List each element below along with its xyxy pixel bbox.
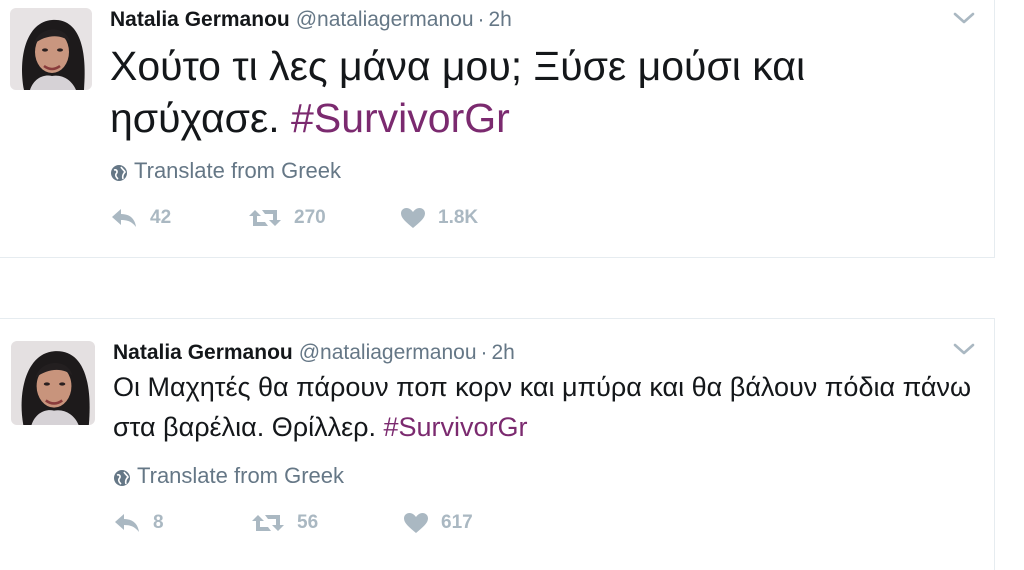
like-count: 617 <box>441 512 473 533</box>
hashtag-link[interactable]: #SurvivorGr <box>291 95 510 141</box>
translate-link[interactable]: Translate from Greek <box>110 158 341 184</box>
separator: · <box>480 341 488 364</box>
retweet-count: 56 <box>297 512 319 533</box>
heart-icon <box>400 207 426 229</box>
retweet-button[interactable]: 56 <box>251 512 403 534</box>
author-name[interactable]: Natalia Germanou <box>113 341 293 364</box>
timestamp[interactable]: 2h <box>492 341 515 364</box>
reply-button[interactable]: 42 <box>110 207 248 229</box>
tweet-actions: 42 270 1.8K <box>110 207 520 229</box>
author-name[interactable]: Natalia Germanou <box>110 8 290 31</box>
like-count: 1.8K <box>438 207 479 228</box>
globe-icon <box>110 162 128 181</box>
tweet-body: Οι Μαχητές θα πάρουν ποπ κορν και μπύρα … <box>113 372 972 442</box>
tweet-actions: 8 56 617 <box>113 512 523 534</box>
chevron-down-icon[interactable] <box>952 10 976 26</box>
tweet-text: Χούτο τι λες μάνα μου; Ξύσε μούσι και ησ… <box>110 40 970 144</box>
like-button[interactable]: 617 <box>403 512 523 534</box>
translate-label: Translate from Greek <box>134 158 342 183</box>
tweet-header: Natalia Germanou @nataliagermanou · 2h <box>113 341 515 365</box>
avatar[interactable] <box>10 8 92 90</box>
reply-button[interactable]: 8 <box>113 512 251 534</box>
heart-icon <box>403 512 429 534</box>
author-handle[interactable]: @nataliagermanou <box>296 8 474 31</box>
reply-icon <box>113 512 141 534</box>
retweet-icon <box>248 207 282 229</box>
chevron-down-icon[interactable] <box>952 341 976 357</box>
author-handle[interactable]: @nataliagermanou <box>299 341 477 364</box>
retweet-icon <box>251 512 285 534</box>
tweet[interactable]: Natalia Germanou @nataliagermanou · 2h Χούτ… <box>0 0 995 258</box>
tweet-text: Οι Μαχητές θα πάρουν ποπ κορν και μπύρα … <box>113 367 973 447</box>
hashtag-link[interactable]: #SurvivorGr <box>383 412 527 442</box>
globe-icon <box>113 467 131 486</box>
retweet-button[interactable]: 270 <box>248 207 400 229</box>
reply-count: 8 <box>153 512 164 533</box>
like-button[interactable]: 1.8K <box>400 207 520 229</box>
tweet-header: Natalia Germanou @nataliagermanou · 2h <box>110 8 512 32</box>
translate-label: Translate from Greek <box>137 463 345 488</box>
reply-icon <box>110 207 138 229</box>
tweet[interactable]: Natalia Germanou @nataliagermanou · 2h Οι Μ… <box>0 318 995 570</box>
retweet-count: 270 <box>294 207 326 228</box>
separator: · <box>477 8 485 31</box>
translate-link[interactable]: Translate from Greek <box>113 463 344 489</box>
timestamp[interactable]: 2h <box>489 8 512 31</box>
reply-count: 42 <box>150 207 172 228</box>
avatar[interactable] <box>11 341 95 425</box>
